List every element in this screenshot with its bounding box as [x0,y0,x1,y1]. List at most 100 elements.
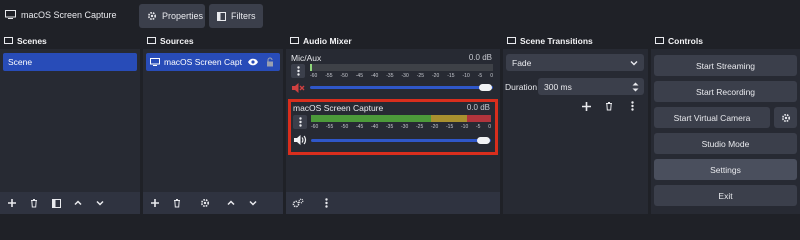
more-vertical-icon [324,198,328,208]
scene-filters-button[interactable] [48,195,64,211]
tick-label: -30 [401,73,409,79]
tick-label: -5 [477,73,483,79]
duration-spinbox[interactable]: 300 ms [538,78,644,95]
gears-icon [292,198,304,208]
move-scene-down-button[interactable] [92,195,108,211]
controls-title: Controls [668,35,703,46]
channel-name: Mic/Aux [291,53,322,63]
scenes-toolbar [0,192,140,214]
source-item[interactable]: macOS Screen Capt [146,53,280,71]
tick-label: -60 [310,73,318,79]
chevron-down-icon [95,198,105,208]
trash-icon [172,198,182,208]
tick-label: -20 [432,73,440,79]
settings-button[interactable]: Settings [654,159,797,180]
volume-slider-track[interactable] [310,86,493,89]
add-source-button[interactable] [147,195,163,211]
tick-label: -45 [355,73,363,79]
context-bar: macOS Screen Capture Properties Filters [0,0,800,32]
speaker-muted-icon [291,82,305,94]
more-vertical-icon [296,66,300,76]
plus-icon [7,198,17,208]
transition-value: Fade [512,57,532,68]
studio-mode-button[interactable]: Studio Mode [654,133,797,154]
start-streaming-button[interactable]: Start Streaming [654,55,797,76]
volume-slider-knob[interactable] [479,84,492,91]
chevron-down-icon [248,198,258,208]
tick-label: -55 [325,73,333,79]
transition-menu-button[interactable] [624,98,640,114]
audio-mixer-toolbar [286,192,500,214]
move-source-up-button[interactable] [223,195,239,211]
trash-icon [29,198,39,208]
tick-label: -35 [386,73,394,79]
remove-scene-button[interactable] [26,195,42,211]
dock-icon [655,37,664,44]
channel-db: 0.0 dB [468,53,492,62]
source-properties-button[interactable] [197,195,213,211]
scenes-header: Scenes [0,32,140,49]
dock-icon [147,37,156,44]
filter-icon [51,198,61,208]
selected-source-name: macOS Screen Capture [21,10,117,20]
move-scene-up-button[interactable] [70,195,86,211]
sources-header: Sources [143,32,283,49]
mixer-menu-button[interactable] [318,195,334,211]
filters-label: Filters [231,11,256,21]
display-source-icon [5,10,16,19]
highlight-frame [288,99,498,155]
visibility-eye-icon[interactable] [247,58,259,66]
dock-icon [507,37,516,44]
transition-select[interactable]: Fade [506,54,644,71]
move-source-down-button[interactable] [245,195,261,211]
advanced-audio-button[interactable] [290,195,306,211]
tick-label: -10 [462,73,470,79]
plus-icon [150,198,160,208]
scene-transitions-header: Scene Transitions [503,32,648,49]
spinner-arrows-icon[interactable] [632,82,639,92]
more-vertical-icon [630,101,634,111]
remove-transition-button[interactable] [601,98,617,114]
meter-level [310,64,312,71]
dock-icon [290,37,299,44]
source-item-label: macOS Screen Capt [164,57,242,67]
scenes-title: Scenes [17,35,47,46]
lock-icon[interactable] [266,57,274,67]
controls-dock: Controls Start Streaming Start Recording… [651,32,800,214]
scene-transitions-dock: Scene Transitions Fade Duration 300 ms [503,32,648,214]
dock-icon [4,37,13,44]
tick-label: -15 [447,73,455,79]
tick-label: 0 [490,73,493,79]
scene-item-label: Scene [8,57,33,67]
controls-header: Controls [651,32,800,49]
start-recording-button[interactable]: Start Recording [654,81,797,102]
audio-mixer-title: Audio Mixer [303,35,352,46]
properties-button[interactable]: Properties [139,4,205,28]
scene-transitions-title: Scene Transitions [520,35,593,46]
virtual-camera-settings-button[interactable] [774,107,797,128]
audio-mixer-header: Audio Mixer [286,32,500,49]
channel-menu-button[interactable] [291,64,305,78]
exit-button[interactable]: Exit [654,185,797,206]
remove-source-button[interactable] [169,195,185,211]
add-transition-button[interactable] [578,98,594,114]
start-virtual-camera-button[interactable]: Start Virtual Camera [654,107,770,128]
sources-dock: Sources macOS Screen Capt [143,32,283,214]
mute-button[interactable] [291,82,305,94]
chevron-down-icon [630,60,638,66]
sources-list: macOS Screen Capt [143,49,283,71]
sources-toolbar [143,192,283,214]
meter-scale: -60 -55 -50 -45 -40 -35 -30 -25 -20 -15 … [310,73,493,79]
trash-icon [604,101,614,111]
filters-button[interactable]: Filters [209,4,263,28]
display-source-icon [150,58,160,66]
filter-icon [217,11,226,21]
sources-title: Sources [160,35,194,46]
duration-label: Duration [505,82,538,92]
mixer-channel-mic-aux: Mic/Aux 0.0 dB -60 -55 -50 -45 -40 -35 -… [286,49,500,97]
scenes-dock: Scenes Scene [0,32,140,214]
scene-item[interactable]: Scene [3,53,137,71]
tick-label: -50 [340,73,348,79]
add-scene-button[interactable] [4,195,20,211]
audio-mixer-dock: Audio Mixer Mic/Aux 0.0 dB -60 -55 -50 -… [286,32,500,214]
